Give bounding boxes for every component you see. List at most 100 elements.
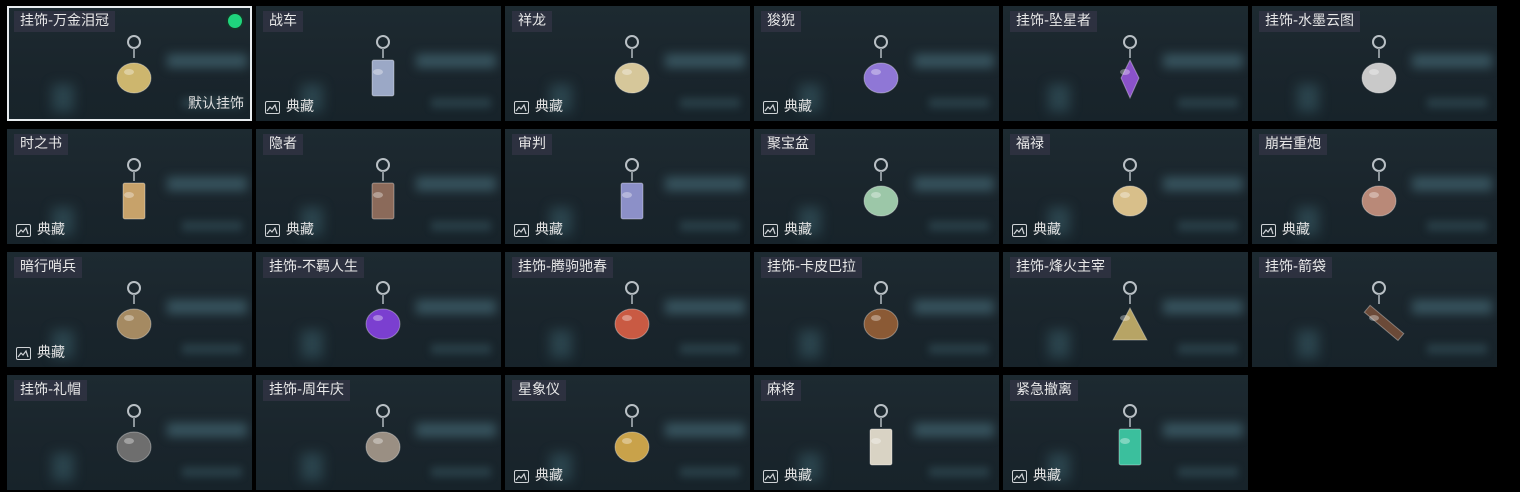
charm-title: 星象仪 — [512, 380, 566, 401]
background-light — [914, 300, 994, 314]
charm-card[interactable]: 崩岩重炮 典藏 — [1252, 129, 1497, 244]
exit-sign-charm-icon — [1095, 393, 1165, 483]
collection-label: 典藏 — [535, 468, 563, 484]
background-light — [665, 423, 745, 437]
charm-card[interactable]: 挂饰-卡皮巴拉 — [754, 252, 999, 367]
collection-badge: 典藏 — [1012, 468, 1061, 484]
charm-card[interactable]: 祥龙典藏 — [505, 6, 750, 121]
carriage-charm-icon — [597, 270, 667, 360]
collection-image-icon — [1012, 223, 1027, 237]
charm-card[interactable]: 审判 典藏 — [505, 129, 750, 244]
collection-badge: 典藏 — [16, 345, 65, 361]
background-light — [431, 467, 491, 477]
collection-image-icon — [514, 100, 529, 114]
tarot-hermit-charm-icon — [348, 147, 418, 237]
charm-card[interactable]: 福禄 典藏 — [1003, 129, 1248, 244]
charm-card[interactable]: 时之书 典藏 — [7, 129, 252, 244]
background-light — [1427, 221, 1487, 231]
background-light — [416, 54, 496, 68]
charm-card[interactable]: 挂饰-箭袋 — [1252, 252, 1497, 367]
background-light — [1297, 330, 1319, 358]
charm-card[interactable]: 狻猊 典藏 — [754, 6, 999, 121]
charm-card[interactable]: 聚宝盆 典藏 — [754, 129, 999, 244]
collection-image-icon — [16, 346, 31, 360]
collection-image-icon — [1012, 469, 1027, 483]
gourd-charm-icon — [1095, 147, 1165, 237]
charm-card[interactable]: 挂饰-腾驹驰春 — [505, 252, 750, 367]
background-light — [1178, 98, 1238, 108]
background-light — [680, 98, 740, 108]
charm-title: 挂饰-不羁人生 — [263, 257, 365, 278]
star-crystal-charm-icon — [1095, 24, 1165, 114]
charm-title: 挂饰-卡皮巴拉 — [761, 257, 863, 278]
charm-card[interactable]: 麻将 典藏 — [754, 375, 999, 490]
charm-title: 审判 — [512, 134, 552, 155]
background-light — [182, 344, 242, 354]
charm-card[interactable]: 战车 典藏 — [256, 6, 501, 121]
background-light — [914, 177, 994, 191]
background-light — [1163, 300, 1243, 314]
charm-title: 聚宝盆 — [761, 134, 815, 155]
charm-title: 挂饰-箭袋 — [1259, 257, 1333, 278]
background-light — [167, 300, 247, 314]
collection-badge: 典藏 — [514, 99, 563, 115]
charm-card[interactable]: 挂饰-万金泪冠默认挂饰 — [7, 6, 252, 121]
background-light — [665, 300, 745, 314]
collection-badge: 典藏 — [514, 468, 563, 484]
dragon-charm-icon — [597, 24, 667, 114]
rock-cannon-charm-icon — [1344, 147, 1414, 237]
background-light — [929, 98, 989, 108]
lion-charm-icon — [846, 24, 916, 114]
sentinel-charm-icon — [99, 270, 169, 360]
collection-label: 典藏 — [784, 468, 812, 484]
collection-image-icon — [514, 469, 529, 483]
collection-label: 典藏 — [535, 99, 563, 115]
collection-label: 典藏 — [286, 99, 314, 115]
charm-card[interactable]: 挂饰-不羁人生 — [256, 252, 501, 367]
background-light — [1412, 177, 1492, 191]
background-light — [1412, 300, 1492, 314]
collection-label: 典藏 — [1282, 222, 1310, 238]
background-light — [1163, 177, 1243, 191]
treasure-bowl-charm-icon — [846, 147, 916, 237]
collection-label: 典藏 — [37, 222, 65, 238]
book-charm-icon — [99, 147, 169, 237]
background-light — [416, 300, 496, 314]
charm-title: 挂饰-万金泪冠 — [14, 11, 116, 32]
charm-card[interactable]: 挂饰-烽火主宰 — [1003, 252, 1248, 367]
background-light — [929, 344, 989, 354]
background-light — [1048, 330, 1070, 358]
charm-card[interactable]: 挂饰-周年庆 — [256, 375, 501, 490]
charm-title: 挂饰-烽火主宰 — [1010, 257, 1112, 278]
collection-badge: 典藏 — [763, 99, 812, 115]
background-light — [52, 84, 74, 112]
background-light — [301, 330, 323, 358]
collection-badge: 典藏 — [763, 222, 812, 238]
collection-image-icon — [763, 223, 778, 237]
background-light — [167, 54, 247, 68]
charm-title: 暗行哨兵 — [14, 257, 82, 278]
background-light — [167, 177, 247, 191]
charm-card[interactable]: 挂饰-礼帽 — [7, 375, 252, 490]
charm-card[interactable]: 紧急撤离 典藏 — [1003, 375, 1248, 490]
charm-card[interactable]: 挂饰-坠星者 — [1003, 6, 1248, 121]
default-charm-label: 默认挂饰 — [188, 96, 244, 112]
background-light — [416, 177, 496, 191]
background-light — [1163, 54, 1243, 68]
collection-image-icon — [763, 100, 778, 114]
background-light — [416, 423, 496, 437]
charm-title: 隐者 — [263, 134, 303, 155]
charm-title: 祥龙 — [512, 11, 552, 32]
background-light — [799, 330, 821, 358]
background-light — [1427, 98, 1487, 108]
tarot-judgement-charm-icon — [597, 147, 667, 237]
charm-title: 崩岩重炮 — [1259, 134, 1327, 155]
background-light — [929, 467, 989, 477]
charm-card[interactable]: 暗行哨兵 典藏 — [7, 252, 252, 367]
charm-card[interactable]: 挂饰-水墨云图 — [1252, 6, 1497, 121]
background-light — [680, 344, 740, 354]
capybara-charm-icon — [846, 270, 916, 360]
charm-card[interactable]: 星象仪典藏 — [505, 375, 750, 490]
charm-title: 福禄 — [1010, 134, 1050, 155]
charm-card[interactable]: 隐者 典藏 — [256, 129, 501, 244]
